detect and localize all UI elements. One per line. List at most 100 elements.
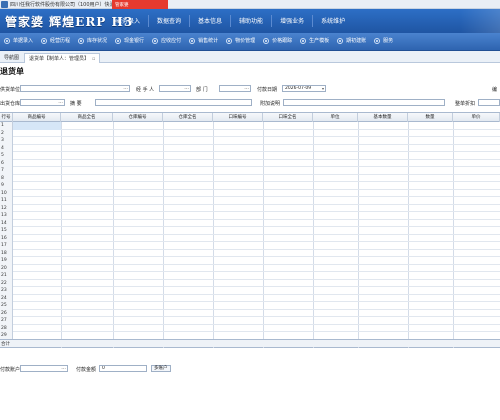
- toolbar-label: 单据录入: [13, 38, 34, 44]
- toolbar-price-management[interactable]: 物价管理: [222, 37, 259, 44]
- pay-amount-field[interactable]: 0: [99, 365, 147, 372]
- column-header-flavor-name[interactable]: 口味全名: [263, 113, 313, 122]
- table-row[interactable]: 10: [0, 189, 500, 197]
- column-header-unit-price[interactable]: 单价: [453, 113, 500, 122]
- chevron-down-icon[interactable]: [322, 88, 324, 90]
- toolbar-inventory-status[interactable]: 库存状况: [74, 37, 111, 44]
- table-row[interactable]: 3: [0, 137, 500, 145]
- close-icon[interactable]: ▫: [92, 56, 95, 62]
- multi-account-button[interactable]: 多账户: [151, 365, 171, 372]
- pay-amount-value: 0: [102, 366, 105, 371]
- table-row[interactable]: 24: [0, 294, 500, 302]
- table-row[interactable]: 8: [0, 174, 500, 182]
- toolbar-cash-bank[interactable]: 现金银行: [111, 37, 148, 44]
- column-header-flavor-code[interactable]: 口味编号: [213, 113, 263, 122]
- toolbar-sales-stats[interactable]: 销售统计: [185, 37, 222, 44]
- table-row[interactable]: 20: [0, 264, 500, 272]
- nav-data-query[interactable]: 数据查询: [148, 15, 189, 27]
- toolbar-business-history[interactable]: 经营历程: [37, 37, 74, 44]
- table-row[interactable]: 4: [0, 144, 500, 152]
- table-row[interactable]: 11: [0, 197, 500, 205]
- table-row[interactable]: 26: [0, 309, 500, 317]
- toolbar-service[interactable]: 服务: [370, 37, 397, 44]
- selected-cell[interactable]: [13, 122, 61, 130]
- note-field[interactable]: [283, 99, 445, 106]
- nav-system-maintenance[interactable]: 系统维护: [312, 15, 353, 27]
- price-icon: [226, 37, 233, 44]
- nav-enhanced-business[interactable]: 增强业务: [271, 15, 312, 27]
- row-number: 22: [0, 279, 13, 287]
- toolbar-receivable-payable[interactable]: 应收应付: [148, 37, 185, 44]
- more-icon[interactable]: ...: [58, 100, 63, 105]
- pay-date-field[interactable]: 2026-07-09: [282, 85, 326, 92]
- tab-navigation-map[interactable]: 导航图: [0, 53, 23, 63]
- table-row[interactable]: 12: [0, 204, 500, 212]
- column-header-base-qty[interactable]: 基本数量: [358, 113, 408, 122]
- table-row[interactable]: 19: [0, 257, 500, 265]
- department-field[interactable]: ...: [219, 85, 251, 92]
- supplier-field[interactable]: ...: [20, 85, 130, 92]
- row-number: 28: [0, 324, 13, 332]
- service-icon: [374, 37, 381, 44]
- table-row[interactable]: 17: [0, 242, 500, 250]
- column-header-unit[interactable]: 单位: [313, 113, 358, 122]
- table-row[interactable]: 15: [0, 227, 500, 235]
- table-row[interactable]: 9: [0, 182, 500, 190]
- table-row[interactable]: 27: [0, 317, 500, 325]
- table-row[interactable]: 25: [0, 302, 500, 310]
- table-row[interactable]: 5: [0, 152, 500, 160]
- row-number: 17: [0, 242, 13, 250]
- column-header-row-no[interactable]: 行号: [0, 113, 13, 122]
- handler-field[interactable]: ...: [159, 85, 191, 92]
- page-title: 退货单: [0, 67, 24, 76]
- banner-decoration: [460, 9, 500, 33]
- table-row[interactable]: 1: [0, 122, 500, 130]
- column-header-warehouse-code[interactable]: 仓库编号: [113, 113, 163, 122]
- column-header-qty[interactable]: 数量: [408, 113, 453, 122]
- pay-account-label: 付款账户: [0, 367, 21, 373]
- column-header-product-code[interactable]: 商品编号: [13, 113, 61, 122]
- row-number: 15: [0, 227, 13, 235]
- tab-return-order[interactable]: 退货单【制单人：管理员】 ▫: [24, 53, 101, 63]
- table-row[interactable]: 21: [0, 272, 500, 280]
- toolbar-production-template[interactable]: 生产模板: [296, 37, 333, 44]
- document-icon: [4, 37, 10, 44]
- row-number: 26: [0, 309, 13, 317]
- warehouse-field[interactable]: ...: [20, 99, 65, 106]
- toolbar-price-tracking[interactable]: 价格跟踪: [259, 37, 296, 44]
- table-row[interactable]: 28: [0, 324, 500, 332]
- title-badge: 管家婆: [112, 0, 168, 9]
- summary-field[interactable]: [95, 99, 252, 106]
- toolbar-document-entry[interactable]: 单据录入: [0, 37, 37, 44]
- nav-business-entry[interactable]: 业务录入: [108, 15, 148, 27]
- more-icon[interactable]: ...: [123, 86, 128, 91]
- toolbar-label: 销售统计: [198, 38, 219, 44]
- row-number: 14: [0, 219, 13, 227]
- table-row[interactable]: 14: [0, 219, 500, 227]
- table-row[interactable]: 18: [0, 249, 500, 257]
- row-number: 23: [0, 287, 13, 295]
- row-number: 13: [0, 212, 13, 220]
- toolbar-label: 物价管理: [235, 38, 256, 44]
- toolbar-opening-accounts[interactable]: 期初建账: [333, 37, 370, 44]
- table-row[interactable]: 23: [0, 287, 500, 295]
- table-row[interactable]: 13: [0, 212, 500, 220]
- toolbar-label: 服务: [383, 38, 394, 44]
- discount-field[interactable]: [478, 99, 500, 106]
- more-icon[interactable]: ...: [61, 366, 66, 371]
- pay-account-field[interactable]: ...: [20, 365, 68, 372]
- column-header-warehouse-name[interactable]: 仓库全名: [163, 113, 213, 122]
- column-header-product-name[interactable]: 商品全名: [61, 113, 113, 122]
- table-row[interactable]: 7: [0, 167, 500, 175]
- nav-aux-functions[interactable]: 辅助功能: [230, 15, 271, 27]
- toolbar-label: 期初建账: [346, 38, 367, 44]
- more-icon[interactable]: ...: [184, 86, 189, 91]
- table-row[interactable]: 6: [0, 159, 500, 167]
- table-row[interactable]: 2: [0, 129, 500, 137]
- table-row[interactable]: 16: [0, 234, 500, 242]
- table-row[interactable]: 22: [0, 279, 500, 287]
- more-icon[interactable]: ...: [244, 86, 249, 91]
- department-label: 部 门: [196, 87, 208, 93]
- nav-basic-info[interactable]: 基本信息: [189, 15, 230, 27]
- bank-icon: [115, 37, 122, 44]
